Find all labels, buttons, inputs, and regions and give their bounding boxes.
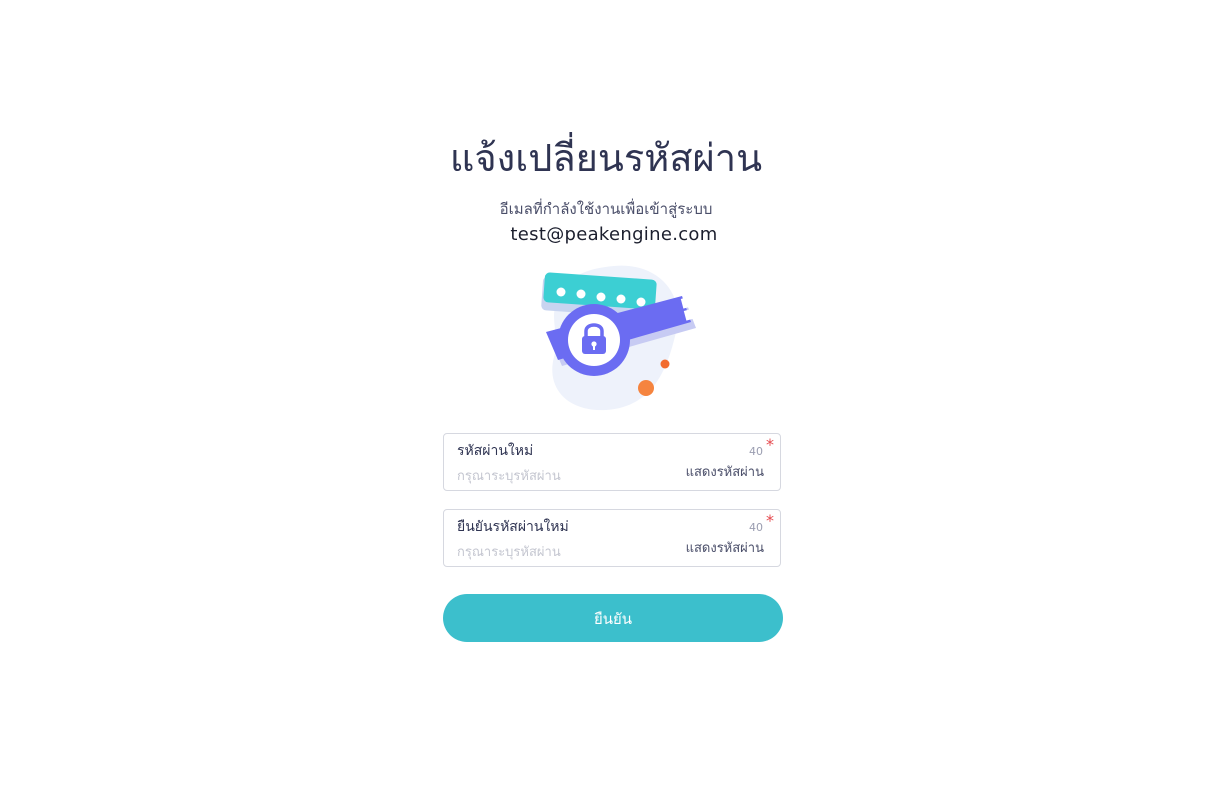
current-email: test@peakengine.com bbox=[510, 224, 718, 245]
new-password-char-limit: 40 bbox=[749, 445, 763, 458]
new-password-input[interactable] bbox=[457, 467, 677, 485]
confirm-button[interactable]: ยืนยัน bbox=[443, 594, 783, 642]
confirm-password-char-limit: 40 bbox=[749, 521, 763, 534]
confirm-password-show-toggle[interactable]: แสดงรหัสผ่าน bbox=[686, 540, 764, 558]
new-password-label: รหัสผ่านใหม่ bbox=[457, 443, 534, 459]
confirm-password-input[interactable] bbox=[457, 543, 677, 561]
confirm-password-field: ยืนยันรหัสผ่านใหม่ 40 * แสดงรหัสผ่าน bbox=[443, 509, 781, 567]
new-password-show-toggle[interactable]: แสดงรหัสผ่าน bbox=[686, 464, 764, 482]
confirm-password-label: ยืนยันรหัสผ่านใหม่ bbox=[457, 519, 569, 535]
page-title: แจ้งเปลี่ยนรหัสผ่าน bbox=[449, 136, 763, 180]
new-password-field: รหัสผ่านใหม่ 40 * แสดงรหัสผ่าน bbox=[443, 433, 781, 491]
change-password-page: แจ้งเปลี่ยนรหัสผ่าน อีเมลที่กำลังใช้งานเ… bbox=[0, 0, 1212, 802]
email-caption: อีเมลที่กำลังใช้งานเพื่อเข้าสู่ระบบ bbox=[499, 200, 713, 218]
new-password-required-mark: * bbox=[766, 435, 774, 454]
password-lock-illustration bbox=[536, 262, 706, 414]
confirm-password-required-mark: * bbox=[766, 511, 774, 530]
